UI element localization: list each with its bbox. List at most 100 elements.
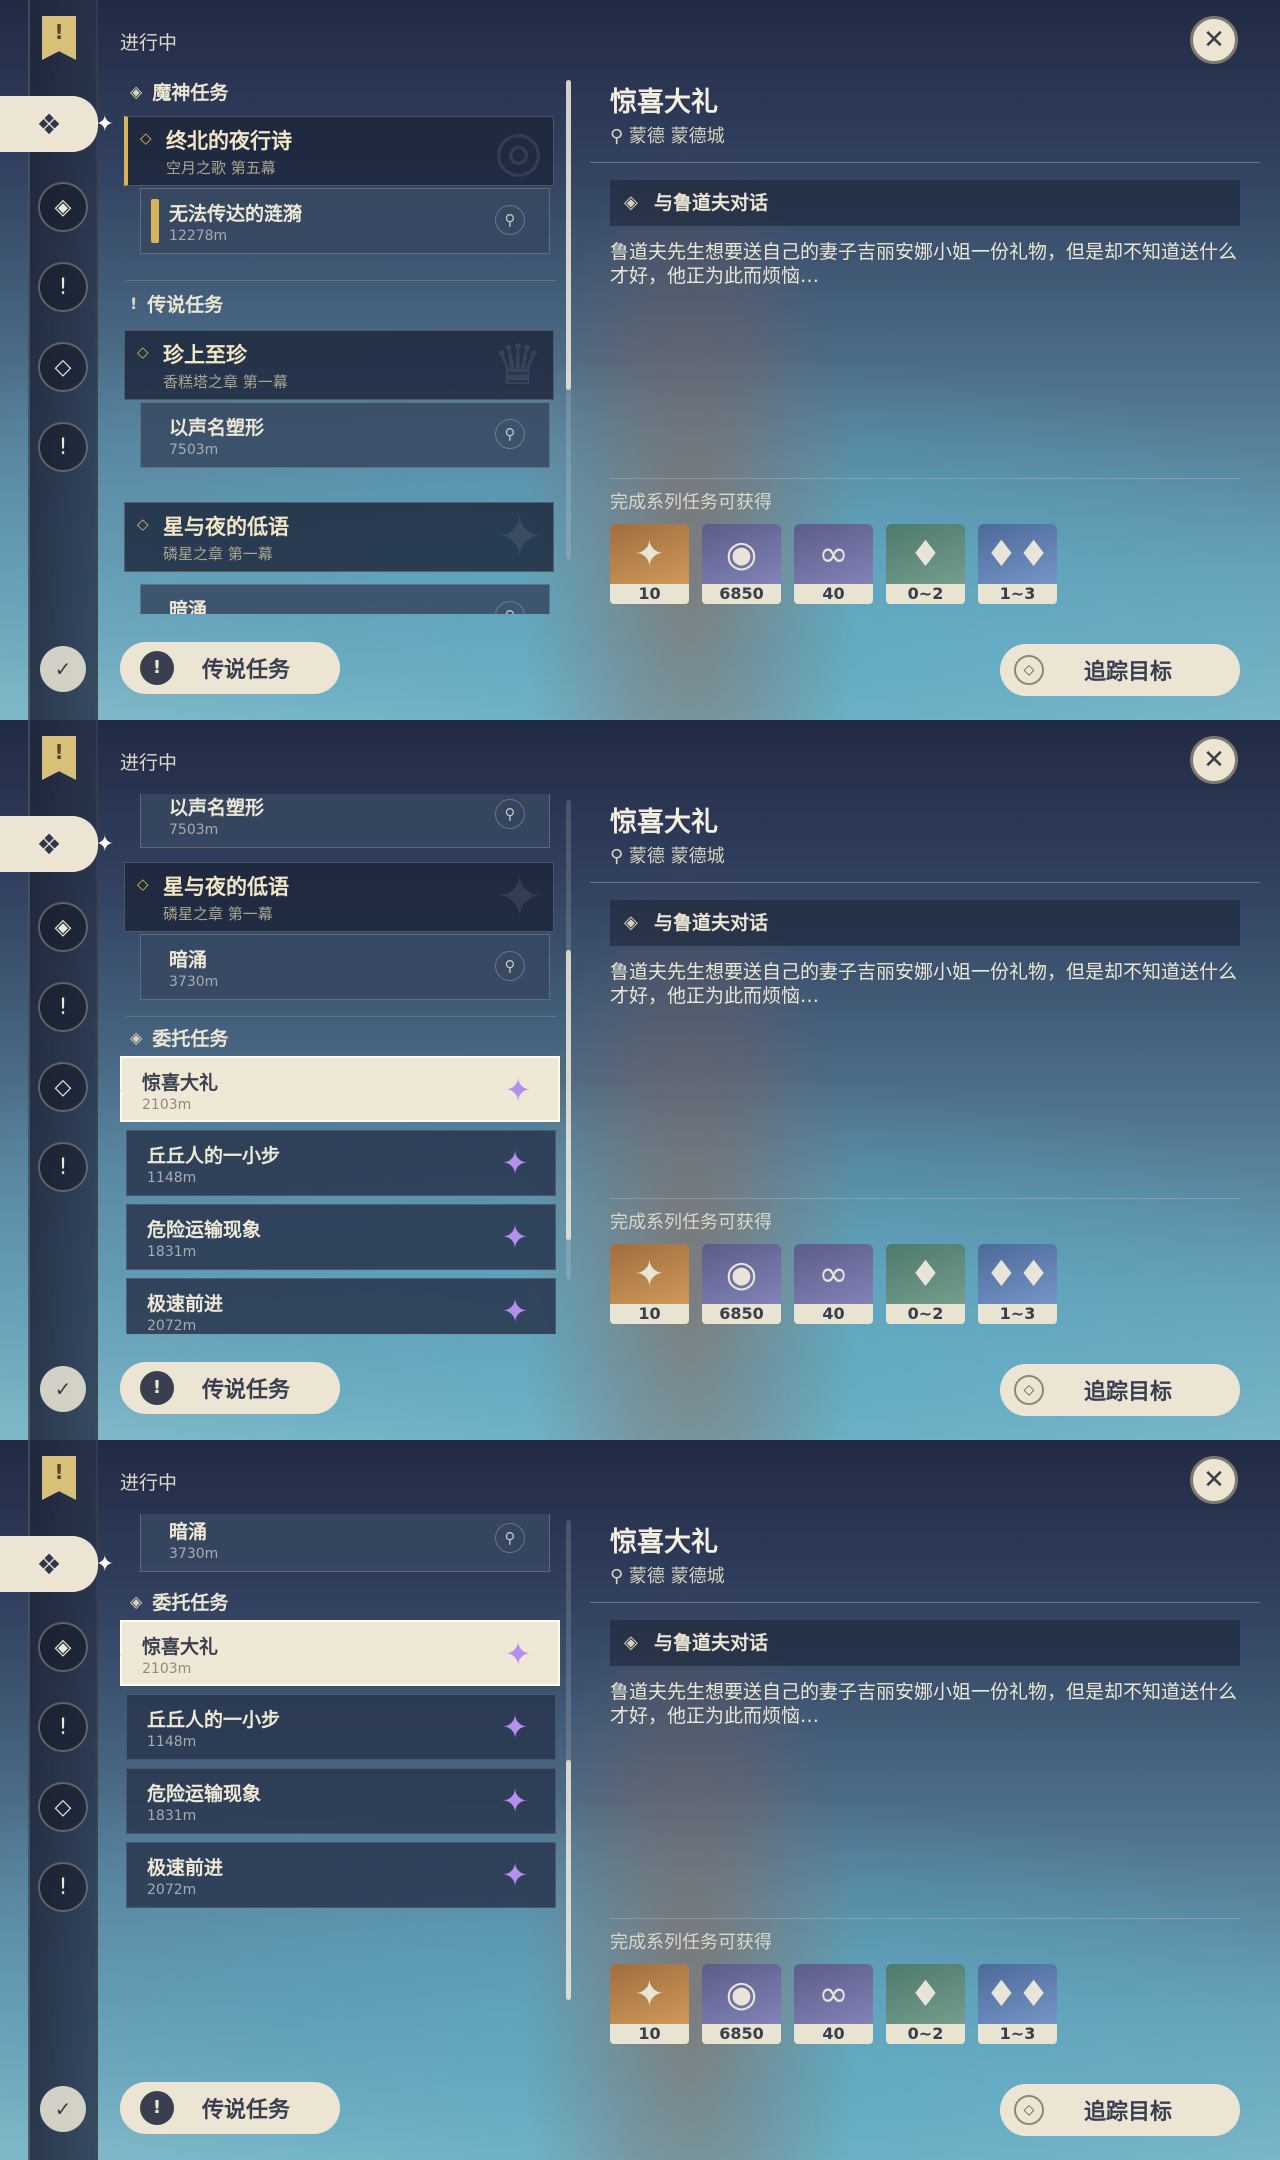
- location-pin-icon[interactable]: ⚲: [495, 951, 525, 981]
- commission-distance: 2072m: [147, 1318, 197, 1334]
- quest-list[interactable]: 暗涌 3730m ⚲ ◈委托任务 ▶ 惊喜大礼 2103m ✦ 丘丘人的一小步 …: [120, 1514, 560, 2054]
- story-quest-tab-icon[interactable]: !: [38, 1702, 88, 1752]
- commission-item[interactable]: 危险运输现象 1831m ✦: [126, 1768, 556, 1834]
- reward-item[interactable]: ♦ 0~2: [886, 524, 965, 604]
- archon-quest-tab-icon[interactable]: ◈: [38, 182, 88, 232]
- scroll-thumb[interactable]: [566, 950, 571, 1240]
- subquest-distance: 7503m: [169, 822, 219, 838]
- emblem-icon: ✦: [496, 505, 543, 570]
- emblem-icon: ✦: [496, 865, 543, 930]
- quest-log-icon[interactable]: ✓: [40, 646, 86, 692]
- in-progress-header: 进行中: [120, 1472, 178, 1494]
- story-quest-tab-icon[interactable]: !: [38, 262, 88, 312]
- commission-tab-icon[interactable]: !: [38, 1142, 88, 1192]
- detail-location: ⚲ 蒙德 蒙德城: [610, 1566, 725, 1587]
- close-button[interactable]: ✕: [1190, 1456, 1238, 1504]
- diamond-icon: ◇: [1014, 2095, 1044, 2125]
- legend-quest-button[interactable]: ! 传说任务: [120, 2082, 340, 2134]
- location-pin-icon[interactable]: ⚲: [495, 205, 525, 235]
- subquest-card[interactable]: 暗涌 3730m ⚲: [140, 584, 550, 614]
- chapter-card[interactable]: ◇ 珍上至珍 香糕塔之章 第一幕 ♛: [124, 330, 554, 400]
- commission-tab-icon[interactable]: !: [38, 1862, 88, 1912]
- world-quest-tab-icon[interactable]: ◇: [38, 342, 88, 392]
- track-button[interactable]: ◇ 追踪目标: [1000, 1364, 1240, 1416]
- exclamation-icon: !: [130, 293, 138, 313]
- commission-item[interactable]: 危险运输现象 1831m ✦: [126, 1204, 556, 1270]
- close-button[interactable]: ✕: [1190, 16, 1238, 64]
- archon-quest-tab-icon[interactable]: ◈: [38, 902, 88, 952]
- archon-category: ◈ 魔神任务: [130, 81, 229, 104]
- reward-item[interactable]: ∞ 40: [794, 524, 873, 604]
- subquest-title: 暗涌: [169, 599, 208, 614]
- all-quests-tab-icon[interactable]: ❖: [0, 1536, 114, 1592]
- reward-item[interactable]: ♦♦ 1~3: [978, 524, 1057, 604]
- selected-arrow-icon: ▶: [120, 1644, 122, 1663]
- all-quests-tab-icon[interactable]: ❖: [0, 816, 114, 872]
- reward-item[interactable]: ✦ 10: [610, 1964, 689, 2044]
- chapter-subtitle: 磷星之章 第一幕: [163, 905, 273, 923]
- scroll-thumb[interactable]: [566, 80, 571, 390]
- reward-item[interactable]: ∞ 40: [794, 1244, 873, 1324]
- commission-item[interactable]: 丘丘人的一小步 1148m ✦: [126, 1694, 556, 1760]
- commission-tab-icon[interactable]: !: [38, 422, 88, 472]
- subquest-card[interactable]: 无法传达的涟漪 12278m ⚲: [140, 188, 550, 254]
- all-quests-tab-icon[interactable]: ❖: [0, 96, 114, 152]
- crystal-cluster-icon: ♦♦: [985, 533, 1050, 575]
- commission-item[interactable]: 极速前进 2072m ✦: [126, 1278, 556, 1334]
- commission-item[interactable]: ▶ 惊喜大礼 2103m ✦: [120, 1620, 560, 1686]
- diamond-icon: ◇: [137, 875, 149, 893]
- world-quest-tab-icon[interactable]: ◇: [38, 1062, 88, 1112]
- story-quest-tab-icon[interactable]: !: [38, 982, 88, 1032]
- quest-list[interactable]: 以声名塑形 7503m ⚲ ◇ 星与夜的低语 磷星之章 第一幕 ✦ 暗涌 373…: [120, 794, 560, 1334]
- archon-quest-tab-icon[interactable]: ◈: [38, 1622, 88, 1672]
- location-pin-icon[interactable]: ⚲: [495, 1523, 525, 1553]
- commission-item[interactable]: 丘丘人的一小步 1148m ✦: [126, 1130, 556, 1196]
- quest-log-icon[interactable]: ✓: [40, 2086, 86, 2132]
- list-scrollbar[interactable]: [566, 80, 571, 560]
- commission-distance: 2103m: [142, 1661, 192, 1677]
- chapter-card[interactable]: ◇ 星与夜的低语 磷星之章 第一幕 ✦: [124, 502, 554, 572]
- reward-item[interactable]: ∞ 40: [794, 1964, 873, 2044]
- reward-item[interactable]: ◉ 6850: [702, 524, 781, 604]
- subquest-card[interactable]: 暗涌 3730m ⚲: [140, 934, 550, 1000]
- detail-title: 惊喜大礼: [610, 1527, 718, 1558]
- reward-item[interactable]: ♦ 0~2: [886, 1244, 965, 1324]
- subquest-card[interactable]: 以声名塑形 7503m ⚲: [140, 794, 550, 848]
- legend-quest-button[interactable]: ! 传说任务: [120, 1362, 340, 1414]
- reward-item[interactable]: ♦ 0~2: [886, 1964, 965, 2044]
- list-scrollbar[interactable]: [566, 800, 571, 1280]
- crystal-cluster-icon: ♦♦: [985, 1973, 1050, 2015]
- subquest-card[interactable]: 暗涌 3730m ⚲: [140, 1514, 550, 1572]
- reward-item[interactable]: ◉ 6850: [702, 1244, 781, 1324]
- subquest-title: 暗涌: [169, 949, 208, 971]
- quest-list[interactable]: ◈ 魔神任务 ◇ 终北的夜行诗 空月之歌 第五幕 ◎ 无法传达的涟漪 12278m…: [120, 74, 560, 614]
- chapter-card[interactable]: ◇ 终北的夜行诗 空月之歌 第五幕 ◎: [124, 116, 554, 186]
- reward-item[interactable]: ♦♦ 1~3: [978, 1244, 1057, 1324]
- track-button[interactable]: ◇ 追踪目标: [1000, 644, 1240, 696]
- world-quest-tab-icon[interactable]: ◇: [38, 1782, 88, 1832]
- location-pin-icon[interactable]: ⚲: [495, 799, 525, 829]
- list-scrollbar[interactable]: [566, 1520, 571, 2000]
- commission-title: 极速前进: [147, 1293, 224, 1315]
- reward-item[interactable]: ✦ 10: [610, 524, 689, 604]
- location-pin-icon[interactable]: ⚲: [495, 419, 525, 449]
- reward-item[interactable]: ◉ 6850: [702, 1964, 781, 2044]
- quest-screen-panel: ! ❖ ◈ ! ◇ ! 进行中 ◈魔神任务 ◇ 终北的夜行诗 空月之歌 第五幕 …: [0, 0, 1280, 720]
- crystal-small-icon: ♦: [909, 1973, 942, 2015]
- commission-distance: 1148m: [147, 1734, 197, 1750]
- legend-quest-button[interactable]: ! 传说任务: [120, 642, 340, 694]
- commission-item[interactable]: 极速前进 2072m ✦: [126, 1842, 556, 1908]
- diamond-icon: ◇: [137, 515, 149, 533]
- chapter-card[interactable]: ◇ 星与夜的低语 磷星之章 第一幕 ✦: [124, 862, 554, 932]
- commission-item[interactable]: ▶ 惊喜大礼 2103m ✦: [120, 1056, 560, 1122]
- reward-item[interactable]: ♦♦ 1~3: [978, 1964, 1057, 2044]
- scroll-thumb[interactable]: [566, 1760, 571, 2000]
- subquest-card[interactable]: 以声名塑形 7503m ⚲: [140, 402, 550, 468]
- commission-title: 丘丘人的一小步: [147, 1145, 281, 1167]
- reward-item[interactable]: ✦ 10: [610, 1244, 689, 1324]
- archon-icon: ◈: [130, 81, 143, 101]
- commission-gem-icon: ✦: [504, 1635, 532, 1673]
- track-button[interactable]: ◇ 追踪目标: [1000, 2084, 1240, 2136]
- close-button[interactable]: ✕: [1190, 736, 1238, 784]
- quest-log-icon[interactable]: ✓: [40, 1366, 86, 1412]
